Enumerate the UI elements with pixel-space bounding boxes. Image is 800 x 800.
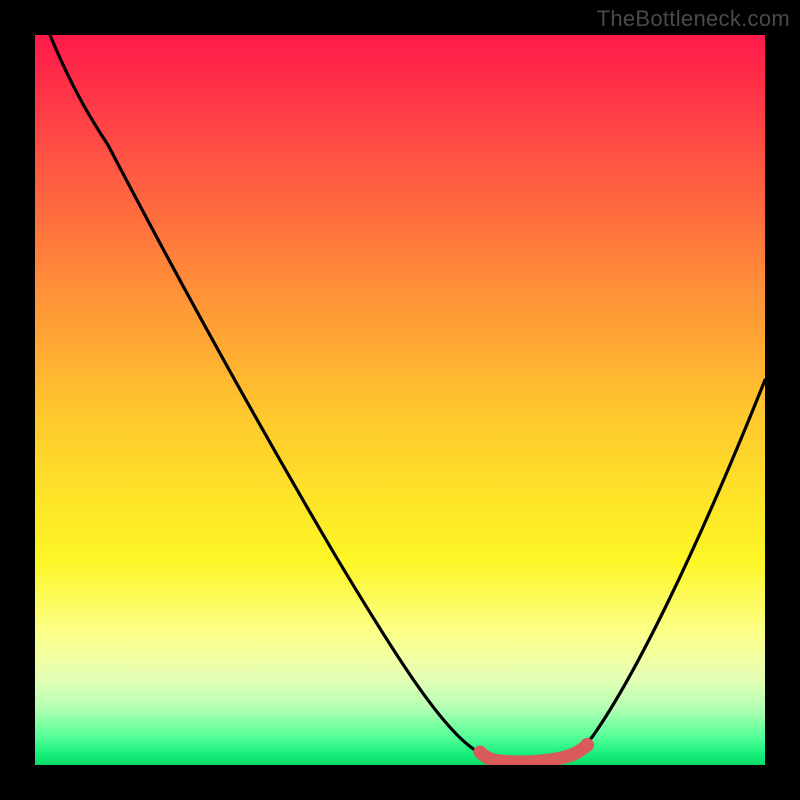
bottleneck-curve (50, 35, 765, 760)
chart-plot-area (35, 35, 765, 765)
watermark-text: TheBottleneck.com (597, 6, 790, 32)
optimal-band (480, 747, 585, 762)
optimal-band-end-dot (580, 738, 594, 752)
chart-svg (35, 35, 765, 765)
chart-frame: TheBottleneck.com (0, 0, 800, 800)
